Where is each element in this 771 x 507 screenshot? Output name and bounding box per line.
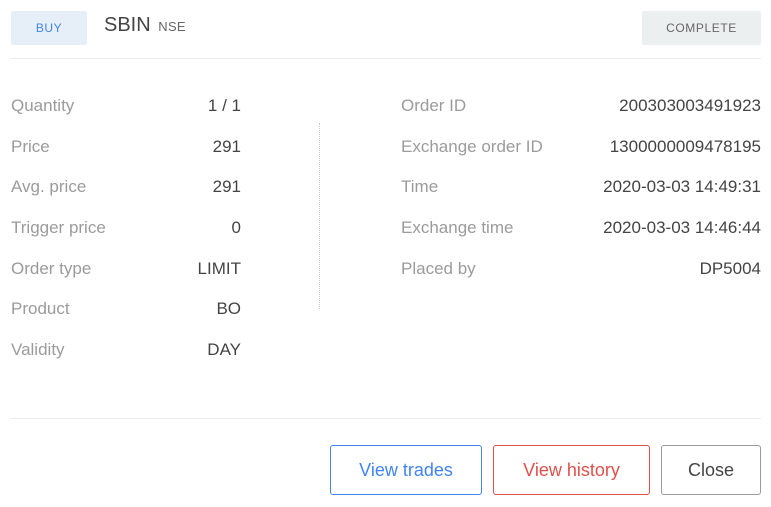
detail-value: 291 (212, 177, 241, 197)
detail-value: 2020-03-03 14:49:31 (603, 177, 761, 197)
detail-value: 291 (212, 136, 241, 156)
detail-label: Placed by (401, 258, 476, 278)
detail-value: DAY (207, 339, 241, 359)
detail-label: Exchange order ID (401, 136, 543, 156)
detail-label: Price (11, 136, 50, 156)
detail-row-price: Price 291 (11, 127, 241, 168)
exchange-name: NSE (158, 19, 186, 34)
detail-label: Product (11, 299, 70, 319)
detail-row-order-type: Order type LIMIT (11, 248, 241, 289)
detail-value: 1 / 1 (207, 96, 241, 116)
detail-row-exchange-time: Exchange time 2020-03-03 14:46:44 (401, 208, 761, 249)
detail-row-validity: Validity DAY (11, 330, 241, 371)
order-header: BUY SBIN NSE COMPLETE (11, 11, 761, 59)
footer-divider (11, 418, 761, 419)
detail-label: Trigger price (11, 218, 106, 238)
detail-label: Order ID (401, 96, 467, 116)
detail-row-time: Time 2020-03-03 14:49:31 (401, 167, 761, 208)
detail-row-avg-price: Avg. price 291 (11, 167, 241, 208)
detail-value: BO (216, 299, 241, 319)
detail-row-trigger-price: Trigger price 0 (11, 208, 241, 249)
status-badge: COMPLETE (642, 11, 761, 45)
detail-row-order-id: Order ID 200303003491923 (401, 86, 761, 127)
view-trades-button[interactable]: View trades (330, 445, 482, 495)
detail-value: 200303003491923 (619, 96, 761, 116)
instrument-title: SBIN NSE (104, 14, 186, 37)
detail-label: Validity (11, 339, 65, 359)
order-details-left: Quantity 1 / 1 Price 291 Avg. price 291 … (11, 86, 241, 370)
symbol-name: SBIN (104, 14, 151, 36)
detail-label: Quantity (11, 96, 75, 116)
detail-row-product: Product BO (11, 289, 241, 330)
detail-row-placed-by: Placed by DP5004 (401, 248, 761, 289)
detail-label: Avg. price (11, 177, 87, 197)
view-history-button[interactable]: View history (493, 445, 650, 495)
detail-value: DP5004 (699, 258, 761, 278)
detail-value: LIMIT (197, 258, 241, 278)
column-divider (319, 123, 320, 309)
detail-row-quantity: Quantity 1 / 1 (11, 86, 241, 127)
detail-row-exchange-order-id: Exchange order ID 1300000009478195 (401, 127, 761, 168)
detail-value: 0 (231, 218, 241, 238)
order-details-right: Order ID 200303003491923 Exchange order … (401, 86, 761, 289)
detail-value: 1300000009478195 (609, 136, 761, 156)
detail-label: Order type (11, 258, 92, 278)
detail-label: Time (401, 177, 439, 197)
close-button[interactable]: Close (661, 445, 761, 495)
transaction-type-badge: BUY (11, 11, 87, 45)
detail-label: Exchange time (401, 218, 514, 238)
detail-value: 2020-03-03 14:46:44 (603, 218, 761, 238)
